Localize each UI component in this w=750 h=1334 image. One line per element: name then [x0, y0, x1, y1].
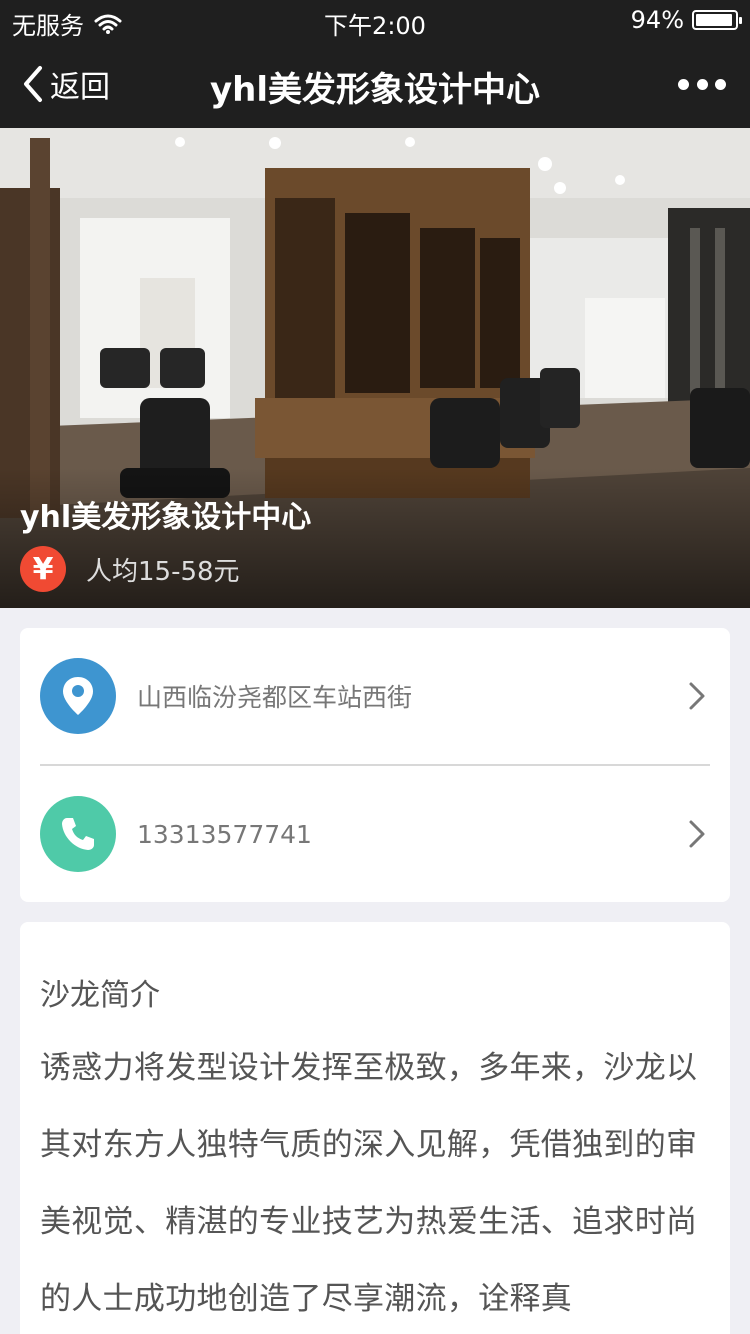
battery-fill — [696, 14, 732, 26]
contact-card: 山西临汾尧都区车站西街 13313577741 — [20, 628, 730, 902]
chevron-right-icon — [689, 820, 705, 848]
salon-hero-image: yhl美发形象设计中心 ¥ 人均15-58元 — [0, 128, 750, 608]
average-price-text: 人均15-58元 — [86, 556, 240, 587]
location-pin-icon — [40, 658, 116, 734]
battery-icon — [692, 10, 742, 30]
battery-percent: 94% — [630, 6, 684, 34]
intro-heading: 沙龙简介 — [40, 978, 160, 1013]
salon-name: yhl美发形象设计中心 — [20, 500, 312, 535]
page-title: yhl美发形象设计中心 — [209, 70, 541, 110]
address-row[interactable]: 山西临汾尧都区车站西街 — [20, 628, 730, 764]
salon-intro-card: 沙龙简介 诱惑力将发型设计发挥至极致，多年来，沙龙以其对东方人独特气质的深入见解… — [20, 922, 730, 1334]
chevron-right-icon — [689, 682, 705, 710]
average-price: ¥ 人均15-58元 — [20, 546, 240, 592]
phone-icon — [40, 796, 116, 872]
phone-number-text: 13313577741 — [137, 819, 312, 849]
intro-body: 诱惑力将发型设计发挥至极致，多年来，沙龙以其对东方人独特气质的深入见解，凭借独到… — [40, 1050, 698, 1317]
more-button[interactable] — [678, 68, 726, 100]
navigation-bar: 返回 yhl美发形象设计中心 — [0, 40, 750, 128]
phone-row[interactable]: 13313577741 — [20, 766, 730, 902]
more-icon — [678, 78, 689, 90]
battery-status: 94% — [630, 6, 742, 34]
yen-icon: ¥ — [20, 546, 66, 592]
address-text: 山西临汾尧都区车站西街 — [137, 683, 413, 712]
status-bar: 无服务 下午2:00 94% — [0, 0, 750, 40]
